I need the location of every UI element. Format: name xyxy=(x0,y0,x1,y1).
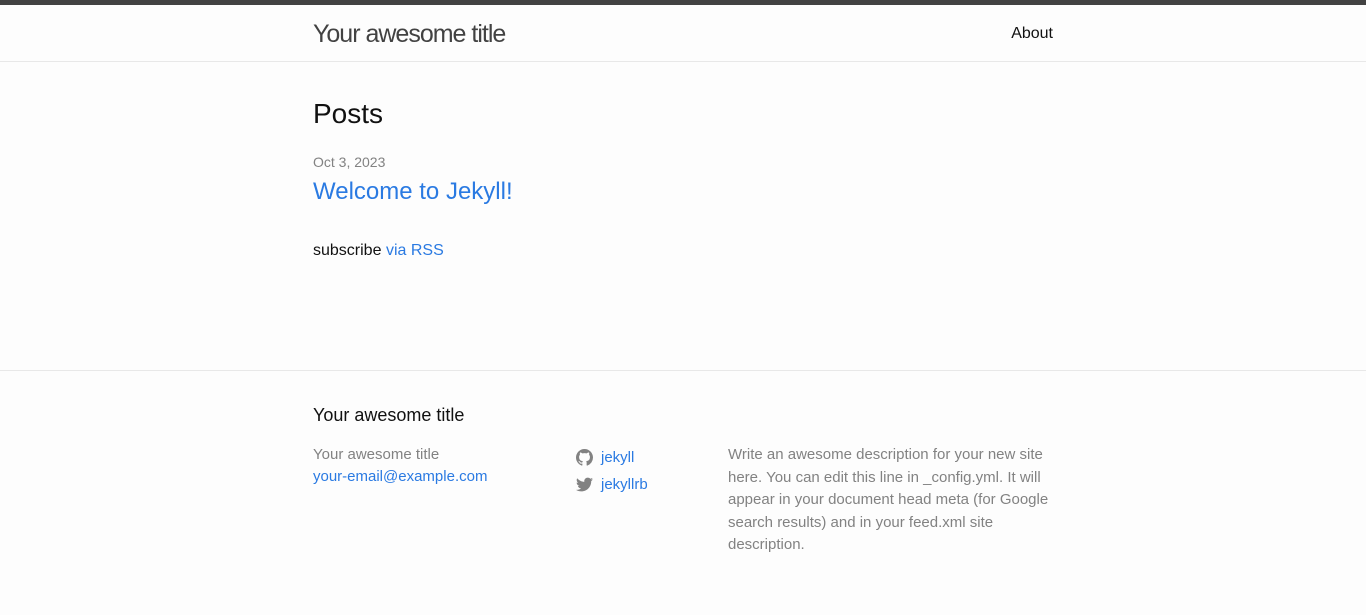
site-nav: About xyxy=(1011,23,1053,45)
site-footer: Your awesome title Your awesome title yo… xyxy=(0,370,1366,615)
page-content: Posts Oct 3, 2023 Welcome to Jekyll! sub… xyxy=(0,62,1366,370)
github-icon xyxy=(576,449,593,466)
page-heading: Posts xyxy=(313,98,384,129)
site-header: Your awesome title About xyxy=(0,0,1366,62)
twitter-icon xyxy=(576,477,593,492)
post-title-link[interactable]: Welcome to Jekyll! xyxy=(313,177,513,207)
rss-prefix: subscribe xyxy=(313,242,382,259)
nav-link-about[interactable]: About xyxy=(1011,25,1053,42)
social-item-twitter: jekyllrb xyxy=(576,471,648,498)
rss-link[interactable]: via RSS xyxy=(386,242,444,259)
footer-heading: Your awesome title xyxy=(313,405,465,425)
footer-social: jekyll jekyllrb xyxy=(576,444,648,498)
footer-contact-name: Your awesome title xyxy=(313,446,440,463)
site-description: Write an awesome description for your ne… xyxy=(728,446,1049,553)
social-item-github: jekyll xyxy=(576,444,648,471)
footer-contact: Your awesome title your-email@example.co… xyxy=(313,444,487,488)
rss-subscribe: subscribe via RSS xyxy=(313,240,444,262)
footer-email-link[interactable]: your-email@example.com xyxy=(313,466,487,488)
twitter-link[interactable]: jekyllrb xyxy=(601,471,648,498)
github-link[interactable]: jekyll xyxy=(601,444,634,471)
site-title-link[interactable]: Your awesome title xyxy=(313,18,506,50)
post-date: Oct 3, 2023 xyxy=(313,154,386,170)
